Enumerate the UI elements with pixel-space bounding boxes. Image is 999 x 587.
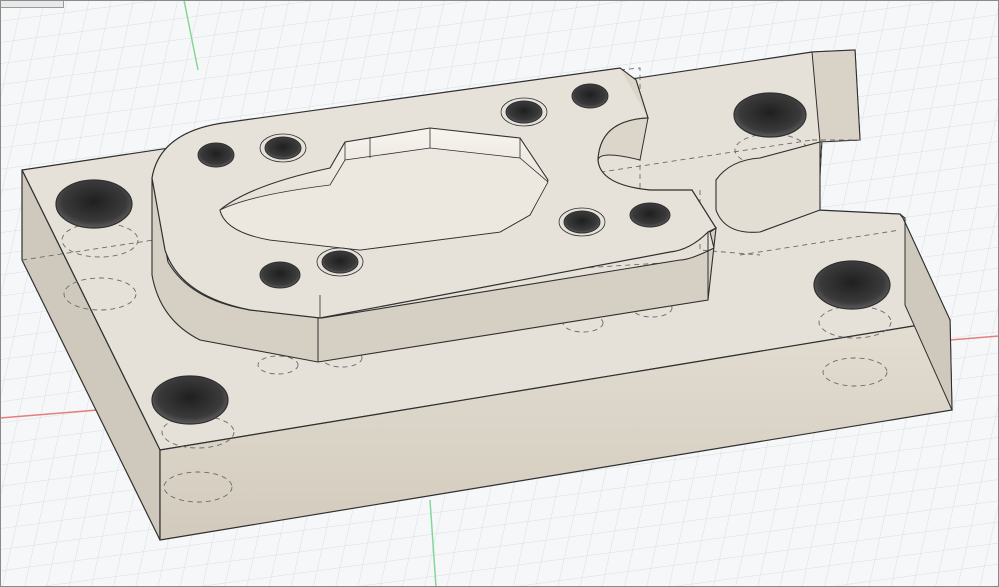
- model-canvas[interactable]: [0, 0, 999, 587]
- fixture-hole[interactable]: [571, 83, 609, 109]
- fixture-hole[interactable]: [197, 142, 235, 168]
- fixture-hole[interactable]: [629, 202, 671, 228]
- fixture-hole[interactable]: [264, 136, 302, 160]
- fixture-hole[interactable]: [505, 100, 543, 124]
- counterbore-hole[interactable]: [813, 260, 891, 310]
- fixture-hole[interactable]: [321, 250, 359, 274]
- base-back-step: [811, 49, 861, 143]
- fixture-hole[interactable]: [563, 210, 601, 234]
- fixture-hole[interactable]: [259, 261, 301, 289]
- counterbore-hole[interactable]: [55, 179, 133, 229]
- counterbore-hole[interactable]: [151, 375, 229, 425]
- cad-viewport[interactable]: [0, 0, 999, 587]
- counterbore-hole[interactable]: [733, 92, 807, 138]
- panel-handle-icon[interactable]: [0, 0, 64, 8]
